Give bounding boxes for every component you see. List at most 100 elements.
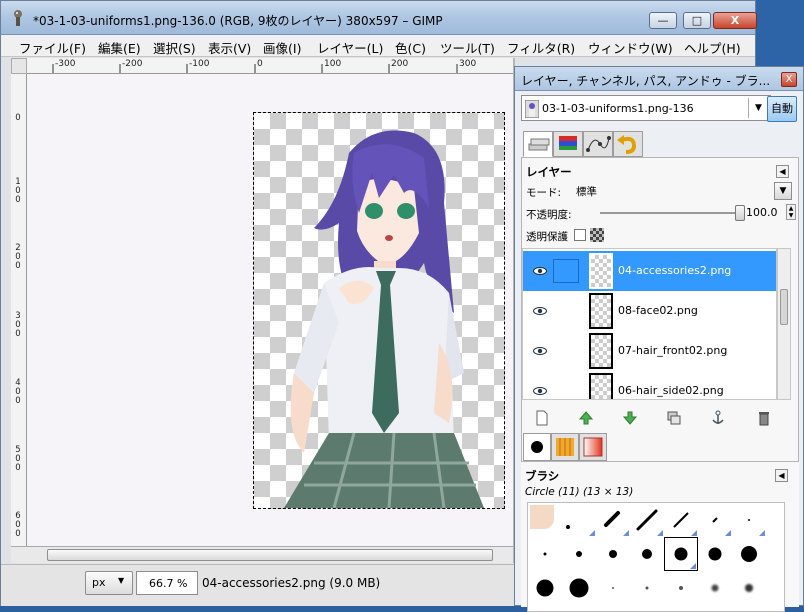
lower-layer-icon[interactable] (622, 410, 638, 426)
ruler-label: -200 (122, 59, 143, 69)
menu-image[interactable]: 画像(I) (263, 38, 301, 57)
brush-item-selected[interactable] (664, 537, 698, 571)
ruler-label: 4 0 0 (15, 378, 21, 406)
eye-icon[interactable] (533, 344, 547, 358)
menu-edit[interactable]: 編集(E) (98, 38, 141, 57)
close-button[interactable]: X (713, 12, 757, 29)
layer-list[interactable]: 04-accessories2.png 08-face02.png 07-hai… (522, 248, 777, 400)
brush-item[interactable] (596, 537, 630, 571)
minimize-button[interactable]: — (649, 12, 677, 29)
anchor-layer-icon[interactable] (710, 410, 726, 426)
scrollbar-thumb[interactable] (47, 549, 493, 561)
tab-layers[interactable] (523, 131, 553, 157)
opacity-slider-track[interactable] (600, 212, 744, 214)
brush-item[interactable] (630, 503, 664, 537)
dock-close-button[interactable]: X (781, 72, 797, 87)
chain-toggle[interactable] (553, 339, 579, 363)
quick-mask-toggle[interactable] (11, 58, 27, 74)
tab-brushes[interactable] (523, 433, 551, 461)
image-selector[interactable]: 03-1-03-uniforms1.png-136 ▼ (521, 95, 771, 121)
brush-item[interactable] (732, 537, 766, 571)
image-layer-boundary[interactable] (253, 112, 505, 509)
horizontal-ruler[interactable]: -300 -200 -100 0 100 200 300 (27, 58, 513, 74)
layer-name[interactable]: 04-accessories2.png (618, 264, 731, 277)
brush-item[interactable] (698, 571, 732, 605)
tab-channels[interactable] (553, 131, 583, 157)
dock-title: レイヤー, チャンネル, パス, アンドゥ - ブラ... (521, 74, 771, 88)
layer-row[interactable]: 07-hair_front02.png (523, 331, 776, 371)
menu-colors[interactable]: 色(C) (395, 38, 426, 57)
duplicate-layer-icon[interactable] (666, 410, 682, 426)
mode-dropdown[interactable]: 標準 (566, 181, 790, 199)
panel-menu-button[interactable]: ◀ (776, 165, 789, 178)
tab-gradients[interactable] (579, 433, 607, 461)
image-canvas[interactable] (27, 74, 513, 546)
eye-icon[interactable] (533, 264, 547, 278)
layer-list-scrollbar[interactable] (777, 248, 791, 400)
brush-item[interactable] (562, 503, 596, 537)
opacity-slider-handle[interactable] (735, 205, 745, 221)
opacity-spinner[interactable]: ▲ ▼ (786, 204, 796, 220)
horizontal-scrollbar[interactable] (11, 546, 513, 563)
menu-layer[interactable]: レイヤー(L) (317, 38, 383, 57)
chain-toggle[interactable] (553, 379, 579, 399)
auto-button[interactable]: 自動 (767, 96, 797, 122)
delete-layer-icon[interactable] (756, 410, 772, 426)
brush-item[interactable] (528, 571, 562, 605)
chain-toggle[interactable] (553, 299, 579, 323)
chain-toggle[interactable] (553, 259, 579, 283)
title-bar[interactable]: *03-1-03-uniforms1.png-136.0 (RGB, 9枚のレイ… (1, 1, 757, 35)
brush-item[interactable] (630, 537, 664, 571)
brush-grid[interactable] (527, 502, 785, 612)
eye-icon[interactable] (533, 384, 547, 398)
vertical-ruler[interactable]: 0 1 0 0 2 0 0 3 0 0 4 0 0 5 0 0 6 0 0 (11, 74, 27, 546)
lock-alpha-checkbox[interactable] (574, 229, 586, 241)
brush-item[interactable] (562, 571, 596, 605)
chevron-down-icon[interactable]: ▼ (774, 182, 792, 200)
brush-item[interactable] (732, 571, 766, 605)
new-layer-icon[interactable] (534, 410, 550, 426)
layers-dock: レイヤー, チャンネル, パス, アンドゥ - ブラ... X 03-1-03-… (514, 66, 804, 612)
layer-name[interactable]: 06-hair_side02.png (618, 384, 724, 397)
brush-item[interactable] (664, 503, 698, 537)
brush-item[interactable] (698, 537, 732, 571)
menu-view[interactable]: 表示(V) (208, 38, 251, 57)
image-thumbnail-icon (525, 100, 539, 118)
scrollbar-thumb[interactable] (780, 289, 788, 325)
brush-item[interactable] (528, 503, 562, 537)
menu-tools[interactable]: ツール(T) (440, 38, 495, 57)
menu-filters[interactable]: フィルタ(R) (507, 38, 575, 57)
raise-layer-icon[interactable] (578, 410, 594, 426)
brush-item[interactable] (562, 537, 596, 571)
layer-row[interactable]: 08-face02.png (523, 291, 776, 331)
menu-select[interactable]: 選択(S) (153, 38, 196, 57)
unit-dropdown[interactable]: px ▼ (85, 571, 133, 595)
tab-patterns[interactable] (551, 433, 579, 461)
brush-item[interactable] (698, 503, 732, 537)
brush-item[interactable] (528, 537, 562, 571)
panel-menu-button[interactable]: ◀ (775, 469, 788, 482)
zoom-dropdown[interactable]: 66.7 % (136, 571, 198, 595)
layer-name[interactable]: 08-face02.png (618, 304, 698, 317)
brush-item[interactable] (630, 571, 664, 605)
menu-file[interactable]: ファイル(F) (19, 38, 86, 57)
brush-item[interactable] (596, 571, 630, 605)
opacity-value[interactable]: 100.0 (746, 206, 778, 219)
zoom-value: 66.7 % (149, 577, 188, 590)
eye-icon[interactable] (533, 304, 547, 318)
tab-paths[interactable] (583, 131, 613, 157)
layer-row[interactable]: 04-accessories2.png (523, 251, 776, 291)
brush-item[interactable] (732, 503, 766, 537)
menu-windows[interactable]: ウィンドウ(W) (588, 38, 673, 57)
triangle-left-icon: ◀ (778, 471, 785, 480)
chevron-down-icon[interactable]: ▼ (748, 98, 768, 118)
ruler-label: 2 0 0 (15, 243, 21, 271)
layer-row[interactable]: 06-hair_side02.png (523, 371, 776, 399)
layer-name[interactable]: 07-hair_front02.png (618, 344, 727, 357)
brush-item[interactable] (596, 503, 630, 537)
menu-help[interactable]: ヘルプ(H) (684, 38, 741, 57)
brush-item[interactable] (664, 571, 698, 605)
tab-undo[interactable] (613, 131, 643, 157)
maximize-button[interactable]: □ (683, 12, 711, 29)
dock-title-bar[interactable]: レイヤー, チャンネル, パス, アンドゥ - ブラ... X (515, 67, 803, 91)
